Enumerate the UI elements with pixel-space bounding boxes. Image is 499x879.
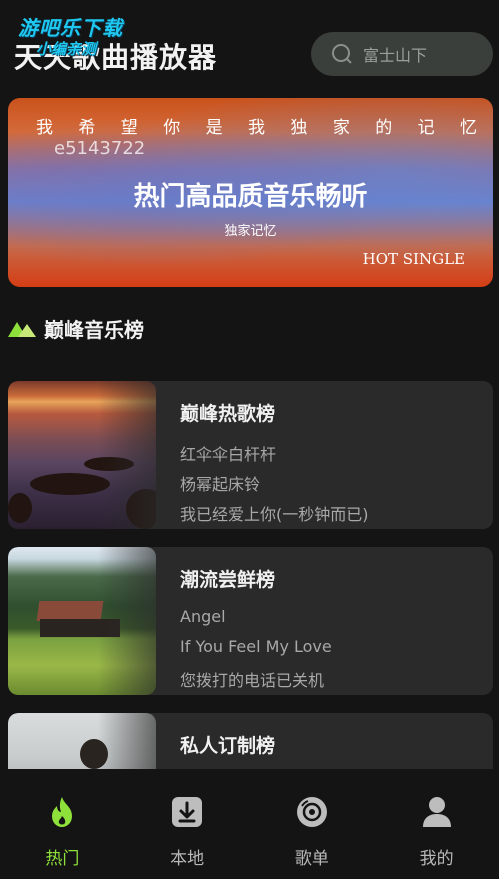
flame-icon	[52, 797, 73, 827]
nav-tab-local[interactable]: 本地	[125, 769, 250, 879]
promo-banner[interactable]: 我 希 望 你 是 我 独 家 的 记 忆 e5143722 热门高品质音乐畅听…	[8, 98, 493, 287]
section-header: 巅峰音乐榜	[8, 312, 144, 344]
chart-card-peak-hot[interactable]: 巅峰热歌榜 红伞伞白杆杆 杨幂起床铃 我已经爱上你(一秒钟而已)	[8, 381, 493, 529]
download-icon	[172, 797, 203, 827]
nav-label: 热门	[45, 849, 80, 869]
chart-song: 红伞伞白杆杆	[180, 445, 277, 464]
watermark-subtitle: 小编亲测	[36, 40, 97, 58]
bottom-nav: 热门 本地 歌单 我的	[0, 769, 499, 879]
mountain-icon	[8, 322, 36, 337]
search-input[interactable]: 富士山下	[311, 32, 493, 76]
header: 天天歌曲播放器 游吧乐下载 小编亲测 富士山下	[0, 0, 499, 92]
nav-label: 歌单	[294, 849, 329, 869]
chart-song: 杨幂起床铃	[180, 475, 261, 494]
disc-icon	[296, 797, 327, 827]
banner-lyric: 我 希 望 你 是 我 独 家 的 记 忆	[36, 118, 488, 138]
nav-tab-playlist[interactable]: 歌单	[250, 769, 375, 879]
banner-tag: HOT SINGLE	[362, 250, 465, 268]
search-icon	[331, 43, 353, 65]
nav-tab-mine[interactable]: 我的	[374, 769, 499, 879]
nav-tab-hot[interactable]: 热门	[0, 769, 125, 879]
user-icon	[422, 797, 451, 827]
chart-title: 潮流尝鲜榜	[180, 569, 276, 591]
section-title: 巅峰音乐榜	[44, 317, 144, 342]
nav-label: 我的	[419, 849, 454, 869]
chart-title: 巅峰热歌榜	[180, 403, 276, 425]
banner-headline: 热门高品质音乐畅听	[133, 182, 368, 212]
chart-card-trend-new[interactable]: 潮流尝鲜榜 Angel If You Feel My Love 您拨打的电话已关…	[8, 547, 493, 695]
chart-song: Angel	[180, 607, 226, 626]
banner-code: e5143722	[54, 138, 146, 159]
chart-song: 您拨打的电话已关机	[180, 671, 325, 690]
chart-song: 我已经爱上你(一秒钟而已)	[180, 505, 369, 524]
chart-song: If You Feel My Love	[180, 637, 332, 656]
watermark-logo: 游吧乐下载	[18, 16, 123, 40]
banner-subtitle: 独家记忆	[224, 224, 277, 239]
nav-label: 本地	[170, 849, 205, 869]
search-placeholder: 富士山下	[363, 46, 428, 65]
chart-title: 私人订制榜	[180, 735, 276, 757]
